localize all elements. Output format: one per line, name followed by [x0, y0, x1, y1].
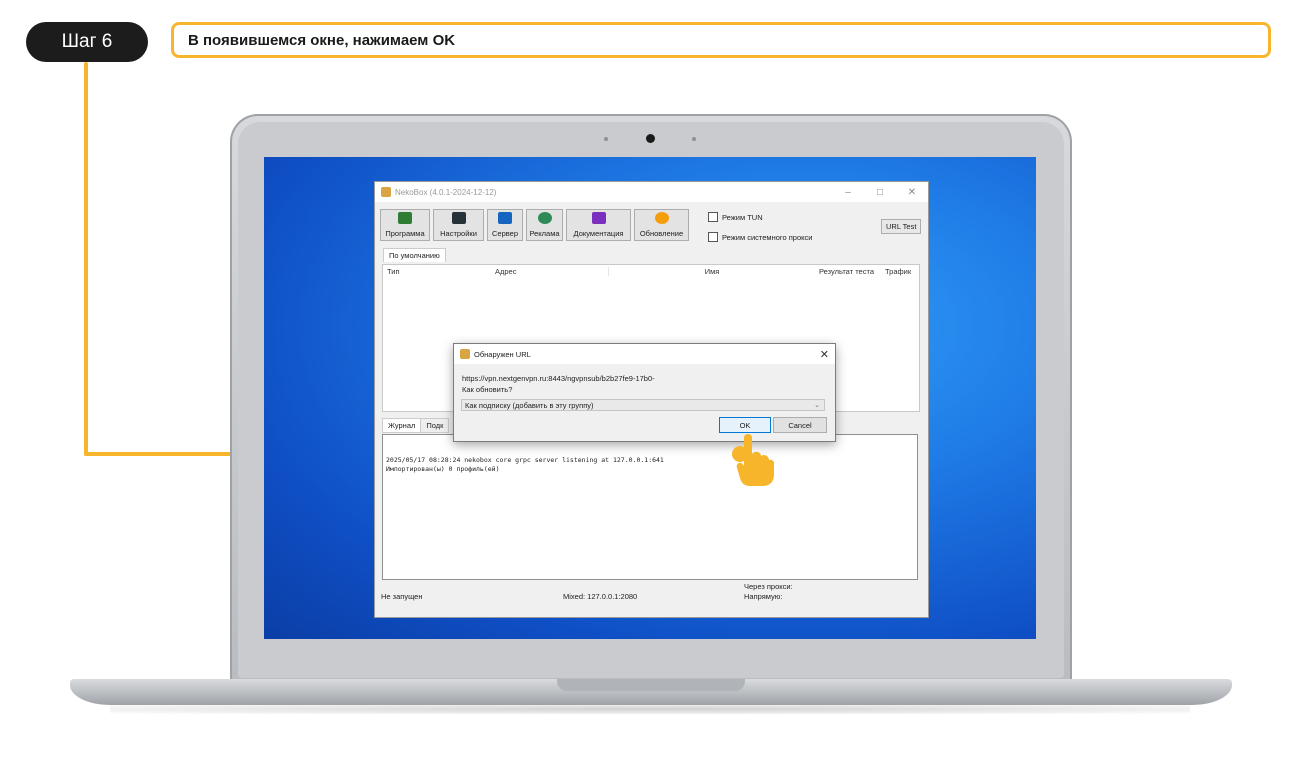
dialog-titlebar: Обнаружен URL [454, 344, 835, 364]
status-traffic: Через прокси: Напрямую: [744, 582, 793, 602]
program-icon [398, 212, 412, 224]
column-traffic[interactable]: Трафик [881, 267, 917, 276]
docs-icon [591, 212, 606, 224]
close-icon[interactable]: ✕ [896, 187, 928, 198]
status-via-proxy: Через прокси: [744, 582, 793, 591]
webcam [646, 134, 655, 143]
toolbar-button-program[interactable]: Программа [380, 209, 430, 241]
nekobox-app-icon [381, 187, 391, 197]
status-state: Не запущен [381, 592, 423, 601]
status-direct: Напрямую: [744, 592, 783, 601]
chevron-down-icon: ⌄ [814, 402, 820, 409]
dialog-url: https://vpn.nextgenvpn.ru:8443/ngvpnsub/… [462, 374, 655, 383]
update-mode-value: Как подписку (добавить в эту группу) [465, 400, 594, 410]
globe-icon [537, 212, 552, 224]
dialog-question: Как обновить? [462, 385, 513, 394]
update-icon [654, 212, 669, 224]
laptop-shadow [110, 704, 1190, 714]
column-address[interactable]: Адрес [491, 266, 609, 276]
maximize-icon[interactable]: □ [864, 187, 896, 198]
column-type[interactable]: Тип [383, 267, 491, 276]
settings-icon [451, 212, 466, 224]
checkbox-box[interactable] [708, 212, 718, 222]
log-tabs: Журнал Подк [382, 418, 450, 433]
tab-default-group[interactable]: По умолчанию [383, 248, 446, 262]
dialog-body: https://vpn.nextgenvpn.ru:8443/ngvpnsub/… [454, 364, 835, 441]
sensor-dot [604, 137, 608, 141]
log-line: Импортирован(ы) 0 профиль(ей) [386, 465, 500, 473]
log-line: 2025/05/17 08:28:24 nekobox core grpc se… [386, 456, 664, 464]
nekobox-app-icon [460, 349, 470, 359]
tab-journal[interactable]: Журнал [382, 418, 422, 433]
toolbar-button-update[interactable]: Обновление [634, 209, 689, 241]
step-instruction: В появившемся окне, нажимаем OK [171, 22, 1271, 58]
pointer-hand-icon [736, 434, 774, 486]
log-output: 2025/05/17 08:28:24 nekobox core grpc se… [382, 434, 918, 580]
close-icon[interactable]: ✕ [820, 348, 829, 361]
step-badge: Шаг 6 [26, 22, 148, 62]
ok-button[interactable]: OK [719, 417, 771, 433]
toolbar-button-docs[interactable]: Документация [566, 209, 631, 241]
server-icon [498, 212, 512, 224]
step-instruction-text: В появившемся окне, нажимаем OK [188, 31, 456, 49]
url-test-button[interactable]: URL Test [881, 219, 922, 234]
tun-mode-checkbox[interactable]: Режим TUN [708, 212, 763, 222]
system-proxy-checkbox[interactable]: Режим системного прокси [708, 232, 812, 242]
toolbar-button-ads[interactable]: Реклама [526, 209, 563, 241]
laptop-notch [557, 679, 745, 691]
table-header: Тип Адрес Имя Результат теста Трафик [383, 265, 919, 277]
checkbox-box[interactable] [708, 232, 718, 242]
column-name[interactable]: Имя [609, 267, 815, 276]
window-titlebar: NekoBox (4.0.1-2024-12-12) – □ ✕ [375, 182, 928, 202]
update-mode-select[interactable]: Как подписку (добавить в эту группу) ⌄ [461, 399, 825, 411]
status-mixed: Mixed: 127.0.0.1:2080 [563, 592, 638, 601]
dialog-title: Обнаружен URL [474, 349, 531, 359]
cancel-button[interactable]: Cancel [773, 417, 827, 433]
column-test-result[interactable]: Результат теста [815, 267, 881, 276]
main-toolbar: Программа Настройки Сервер Реклама Докум… [380, 209, 689, 241]
tab-subscriptions[interactable]: Подк [421, 418, 450, 433]
url-detected-dialog: Обнаружен URL ✕ https://vpn.nextgenvpn.r… [453, 343, 836, 442]
window-title: NekoBox (4.0.1-2024-12-12) [395, 187, 497, 197]
callout-line-vertical [84, 62, 88, 456]
minimize-icon[interactable]: – [832, 187, 864, 198]
sensor-dot [692, 137, 696, 141]
toolbar-button-settings[interactable]: Настройки [433, 209, 484, 241]
toolbar-button-server[interactable]: Сервер [487, 209, 523, 241]
